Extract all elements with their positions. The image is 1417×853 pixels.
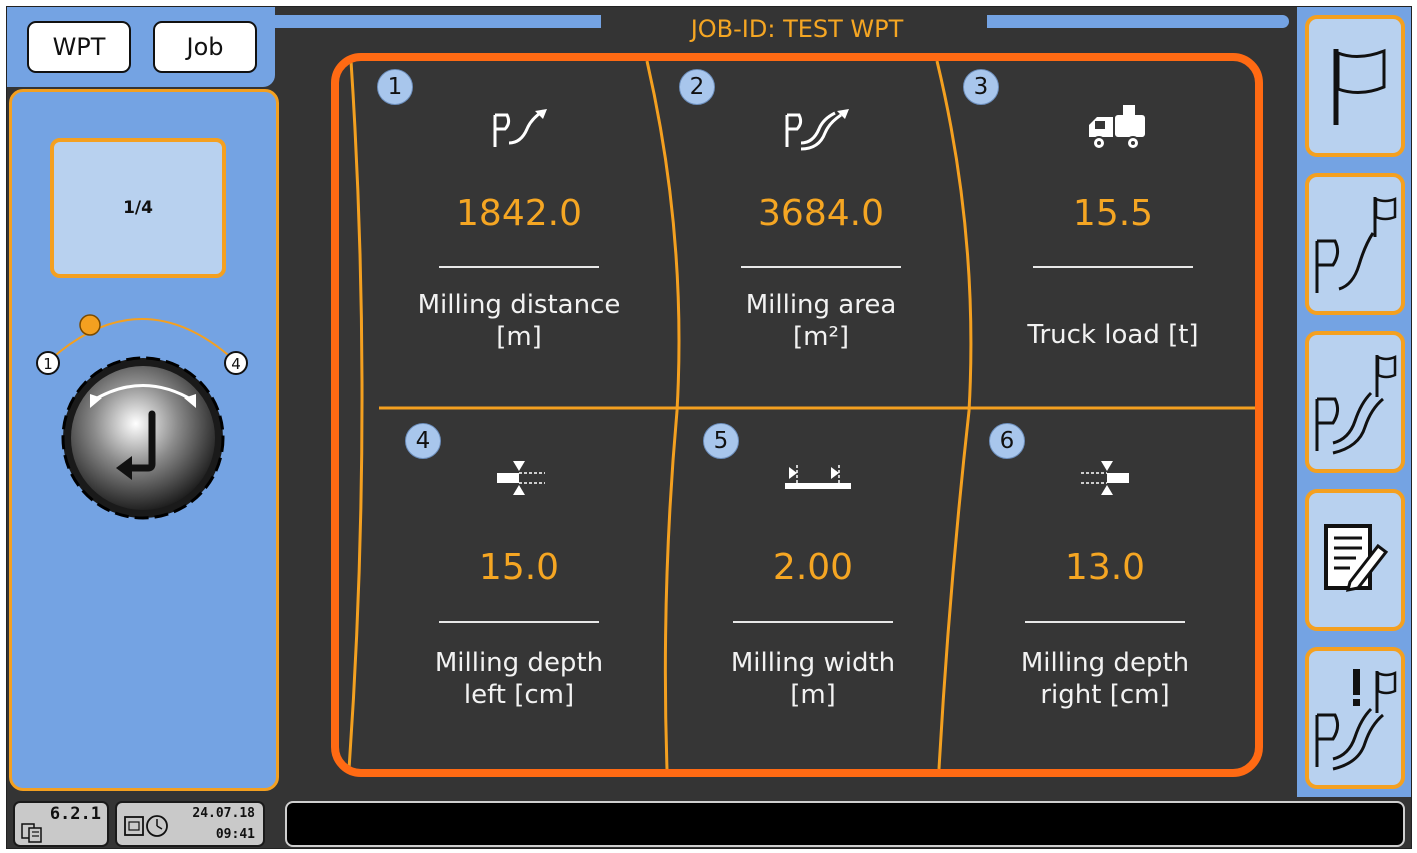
cell-milling-distance[interactable]: 1 1842.0 Milling distance [m]: [369, 61, 669, 401]
depth-right-icon: [1081, 461, 1129, 495]
cell-number-badge: 6: [989, 423, 1025, 459]
cell-divider: [1025, 621, 1185, 623]
cell-divider: [1033, 266, 1193, 268]
notes-edit-button[interactable]: [1305, 489, 1405, 631]
dial-max-label: 4: [231, 355, 241, 373]
cell-number-badge: 1: [377, 69, 413, 105]
cell-value: 15.0: [478, 547, 560, 588]
cell-milling-width[interactable]: 5 2.00 Milling width [m]: [663, 417, 963, 757]
cell-value: 3684.0: [758, 193, 884, 234]
cell-number-badge: 5: [703, 423, 739, 459]
datetime-badge[interactable]: 24.07.18 09:41: [115, 801, 265, 847]
time-text: 09:41: [215, 827, 255, 842]
tab-bar: WPT Job: [7, 7, 275, 87]
notes-edit-icon: [1324, 524, 1389, 592]
left-panel: 1/4 1 4: [9, 89, 279, 791]
cell-divider: [733, 621, 893, 623]
dial-position-marker: [79, 314, 101, 336]
rotary-dial[interactable]: 1 4: [12, 298, 276, 528]
cell-depth-right[interactable]: 6 13.0 Milling depth right [cm]: [955, 417, 1255, 757]
date-text: 24.07.18: [192, 806, 255, 821]
right-sidebar: [1297, 7, 1411, 797]
start-flag-button[interactable]: [1305, 15, 1405, 157]
road-flag-icon: [1315, 197, 1397, 293]
start-flag-icon: [1333, 48, 1386, 125]
cell-label: Truck load [t]: [1027, 320, 1199, 350]
version-text: 6.2.1: [49, 804, 101, 824]
cell-value: 2.00: [772, 547, 854, 588]
warning-flag-button[interactable]: [1305, 647, 1405, 789]
depth-left-icon: [497, 461, 545, 495]
dial-track: [49, 318, 235, 361]
cell-divider: [741, 266, 901, 268]
cell-label: Milling depth left [cm]: [434, 648, 604, 710]
cell-label: Milling width [m]: [730, 648, 896, 710]
page-title: JOB-ID: TEST WPT: [690, 15, 904, 43]
machine-display: WPT Job JOB-ID: TEST WPT 1/4 1 4 1 1842.…: [6, 6, 1412, 849]
version-badge[interactable]: 6.2.1: [13, 801, 109, 847]
status-bar: 6.2.1 24.07.18 09:41: [7, 797, 1411, 848]
cell-divider: [439, 266, 599, 268]
cell-label: Milling area [m²]: [745, 290, 897, 352]
cell-number-badge: 2: [679, 69, 715, 105]
title-bar-right: [987, 15, 1289, 28]
cell-number-badge: 3: [963, 69, 999, 105]
tab-wpt[interactable]: WPT: [27, 21, 131, 73]
warning-flag-icon: [1315, 669, 1397, 771]
software-version-icon: [21, 823, 42, 843]
cell-number-badge: 4: [405, 423, 441, 459]
cell-value: 15.5: [1072, 193, 1154, 234]
cell-value: 13.0: [1064, 547, 1146, 588]
area-flag-button[interactable]: [1305, 331, 1405, 473]
clock-calendar-icon: [124, 815, 168, 837]
truck-load-icon: [1089, 105, 1145, 150]
dial-knob[interactable]: [71, 366, 215, 510]
data-grid: 1 1842.0 Milling distance [m] 2 3684.0 M…: [331, 53, 1263, 777]
cell-value: 1842.0: [456, 193, 582, 234]
cell-milling-area[interactable]: 2 3684.0 Milling area [m²]: [671, 61, 971, 401]
milling-area-icon: [785, 109, 849, 151]
cell-truck-load[interactable]: 3 15.5 Truck load [t]: [963, 61, 1255, 401]
cell-depth-left[interactable]: 4 15.0 Milling depth left [cm]: [369, 417, 669, 757]
tab-job[interactable]: Job: [153, 21, 257, 73]
cell-label: Milling depth right [cm]: [1020, 648, 1190, 710]
grid-left-edge: [347, 61, 364, 769]
dial-min-label: 1: [43, 355, 53, 373]
road-flag-button[interactable]: [1305, 173, 1405, 315]
title-bar-left: [271, 15, 601, 28]
area-flag-icon: [1315, 354, 1397, 455]
cell-divider: [439, 621, 599, 623]
page-indicator[interactable]: 1/4: [50, 138, 226, 278]
milling-distance-icon: [493, 109, 547, 147]
message-field: [285, 801, 1405, 847]
cell-label: Milling distance [m]: [417, 290, 621, 352]
milling-width-icon: [785, 465, 851, 489]
